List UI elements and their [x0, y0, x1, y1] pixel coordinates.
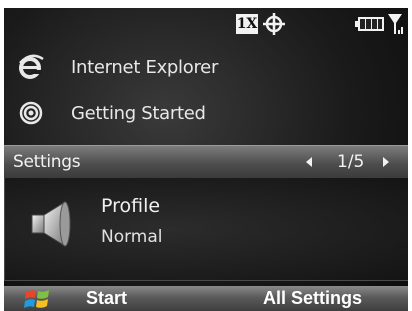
windows-start-icon[interactable]: [24, 288, 52, 311]
list-item-internet-explorer[interactable]: Internet Explorer: [4, 46, 408, 88]
settings-title: Settings: [13, 152, 81, 172]
network-type-badge: 1X: [236, 14, 258, 34]
gps-icon: [263, 13, 285, 35]
next-arrow-icon[interactable]: [381, 156, 391, 168]
list-item-label: Internet Explorer: [71, 57, 219, 78]
getting-started-icon: [19, 101, 43, 125]
phone-screen: 1X Internet Explorer Getting Started Set…: [4, 8, 408, 311]
internet-explorer-icon: [19, 54, 44, 79]
soft-key-bar: Start All Settings: [4, 286, 408, 311]
start-soft-key[interactable]: Start: [86, 288, 127, 309]
profile-value: Normal: [101, 227, 163, 247]
profile-label: Profile: [101, 195, 161, 217]
battery-icon: [355, 17, 384, 31]
previous-arrow-icon[interactable]: [304, 156, 314, 168]
profile-setting-panel[interactable]: Profile Normal: [4, 178, 408, 281]
all-settings-soft-key[interactable]: All Settings: [263, 288, 362, 309]
list-item-getting-started[interactable]: Getting Started: [4, 92, 408, 134]
page-indicator: 1/5: [337, 152, 365, 172]
list-item-label: Getting Started: [71, 103, 206, 124]
signal-icon: [388, 14, 403, 34]
status-bar: 1X: [4, 8, 408, 40]
speaker-icon: [31, 201, 71, 247]
settings-header: Settings 1/5: [4, 145, 408, 179]
